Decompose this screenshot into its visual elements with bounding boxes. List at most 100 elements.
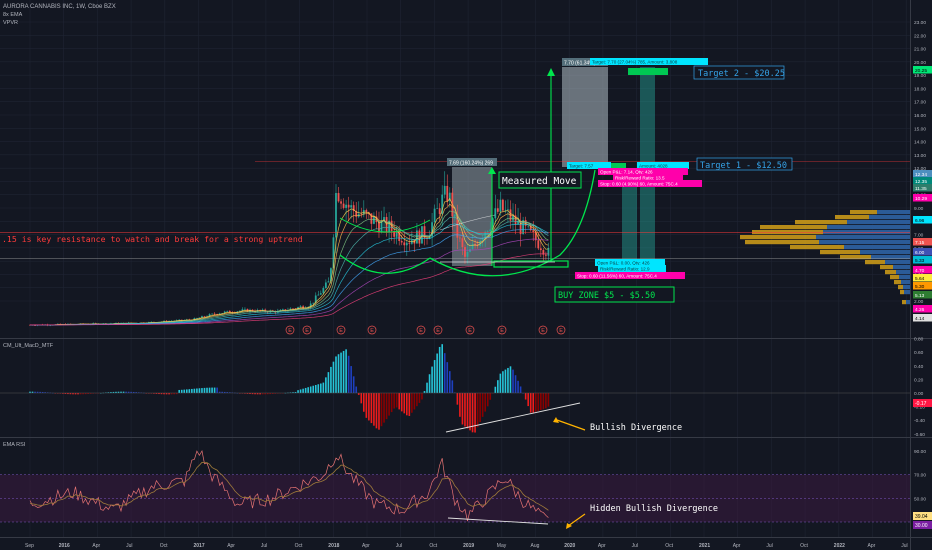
vpvr-bar-down [890, 275, 899, 280]
macd-bar [357, 393, 360, 395]
time-axis-label: Oct [295, 543, 303, 549]
tradingview-chart[interactable]: E E E E E E E E E E 23.00 22.00 21.00 20.00 19.00 18.0… [0, 0, 932, 550]
time-axis-label: Jul [396, 543, 402, 549]
vpvr-bar-down [795, 220, 847, 225]
time-axis-label: Apr [733, 543, 741, 549]
macd-bar [514, 375, 517, 393]
vpvr-bar-down [835, 215, 869, 220]
rsi-title: EMA RSI [3, 442, 26, 448]
vpvr-bar-up [816, 235, 910, 240]
earnings-marker-label: E [370, 328, 374, 334]
macd-tick-label: 0.20 [914, 377, 924, 383]
macd-last-value: -0.17 [915, 401, 927, 407]
candle-body [340, 201, 342, 204]
time-axis-label: Jul [261, 543, 267, 549]
time-axis-label: Aug [531, 543, 540, 549]
macd-bar [476, 393, 479, 428]
price-tick-label: 16.00 [914, 113, 926, 119]
time-axis-label: 2020 [564, 543, 575, 549]
time-axis-label: Jul [901, 543, 907, 549]
vpvr-bar-down [752, 230, 823, 235]
vpvr-bar-up [823, 230, 910, 235]
vpvr-bar-up [904, 290, 910, 295]
vpvr-bar-down [898, 285, 903, 290]
measured-move-label: Measured Move [502, 176, 577, 187]
earnings-marker-label: E [541, 328, 545, 334]
macd-bar [532, 393, 535, 413]
vpvr-bar-up [827, 225, 910, 230]
macd-bar [302, 388, 304, 393]
time-axis-label: Oct [665, 543, 673, 549]
macd-bar [443, 353, 446, 393]
price-tick-label: 18.00 [914, 86, 926, 92]
macd-bar [517, 380, 519, 393]
earnings-marker-label: E [436, 328, 440, 334]
time-axis-label: 2017 [194, 543, 205, 549]
macd-bar [405, 393, 408, 416]
candle-body [226, 310, 229, 312]
macd-bar [388, 393, 390, 416]
macd-tick-label: -0.60 [914, 432, 925, 438]
price-tick-label: 9.00 [914, 206, 924, 212]
candle-body [211, 313, 213, 315]
candle-body [324, 282, 327, 289]
macd-bar [507, 367, 509, 393]
trade-2-stop-label: Stop: 0.60 (11.56%) 60, Amount: 75C.4 [577, 274, 657, 279]
trade-1-mid-label: Amount: 4028 [639, 164, 668, 169]
price-tick-label: 23.00 [914, 20, 926, 26]
candle-body [461, 238, 464, 248]
macd-bar [466, 393, 469, 429]
candle-body [244, 308, 246, 310]
macd-bar [527, 393, 529, 407]
macd-bar [547, 393, 550, 407]
price-scale-tag-label: 7.15 [915, 240, 925, 246]
vpvr-bar-down [850, 210, 877, 215]
macd-bar [479, 393, 481, 423]
macd-bar [504, 369, 507, 393]
vpvr-bar-up [903, 285, 910, 290]
macd-bar [426, 382, 428, 393]
macd-bar [395, 393, 398, 408]
vpvr-bar-down [760, 225, 827, 230]
candle-body [494, 208, 497, 219]
macd-tick-label: 0.00 [914, 391, 924, 397]
earnings-marker-label: E [559, 328, 563, 334]
macd-bar [180, 389, 183, 393]
macd-bar [206, 387, 208, 393]
price-scale-tag-label: 12.34 [915, 172, 927, 178]
macd-bar [433, 360, 436, 393]
resistance-note: .15 is key resistance to watch and break… [2, 234, 303, 244]
price-scale-tag-label: 4.70 [915, 268, 925, 274]
macd-bar [322, 382, 325, 393]
macd-bar [423, 391, 426, 393]
macd-bar [499, 373, 502, 393]
price-scale-tag-label: 12.35 [915, 179, 927, 185]
price-scale-tag-label: 6.96 [915, 218, 925, 224]
macd-bar [342, 350, 345, 393]
macd-bar [441, 344, 444, 393]
macd-bar [446, 362, 449, 393]
macd-bar [545, 393, 547, 409]
candle-body [312, 302, 315, 304]
macd-bar [494, 386, 497, 393]
price-tick-label: 14.00 [914, 140, 926, 146]
macd-bar [400, 393, 403, 412]
macd-bar [542, 393, 545, 410]
macd-bar [418, 393, 421, 403]
candle-body [469, 249, 471, 253]
vpvr-bar-down [790, 245, 844, 250]
macd-bar [524, 393, 527, 400]
macd-bar [191, 388, 193, 393]
time-axis-label: Apr [362, 543, 370, 549]
macd-bar [178, 389, 181, 393]
price-tick-label: 15.00 [914, 126, 926, 132]
earnings-marker-label: E [305, 328, 309, 334]
earnings-marker-label: E [339, 328, 343, 334]
price-scale-tag-label: 20.25 [915, 68, 927, 74]
price-tick-label: 19.00 [914, 73, 926, 79]
macd-bar [456, 393, 459, 405]
price-scale-tag-label: 5.30 [915, 284, 925, 290]
candle-body [360, 213, 363, 215]
candle-body [433, 208, 436, 223]
time-axis-label: Oct [160, 543, 168, 549]
